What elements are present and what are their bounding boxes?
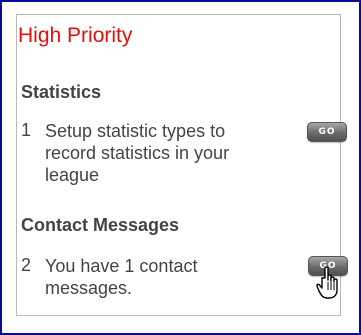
go-button-statistics[interactable]: GO (307, 122, 347, 142)
item-number: 1 (21, 120, 32, 140)
item-number: 2 (21, 255, 32, 275)
section-heading-contact-messages: Contact Messages (21, 215, 180, 235)
section-heading-statistics: Statistics (21, 82, 102, 102)
item-text-statistics: Setup statistic types to record statisti… (45, 121, 230, 185)
item-text-contact-messages: You have 1 contact messages. (45, 256, 198, 298)
hand-pointer-icon (316, 266, 338, 299)
panel-title: High Priority (18, 24, 133, 47)
